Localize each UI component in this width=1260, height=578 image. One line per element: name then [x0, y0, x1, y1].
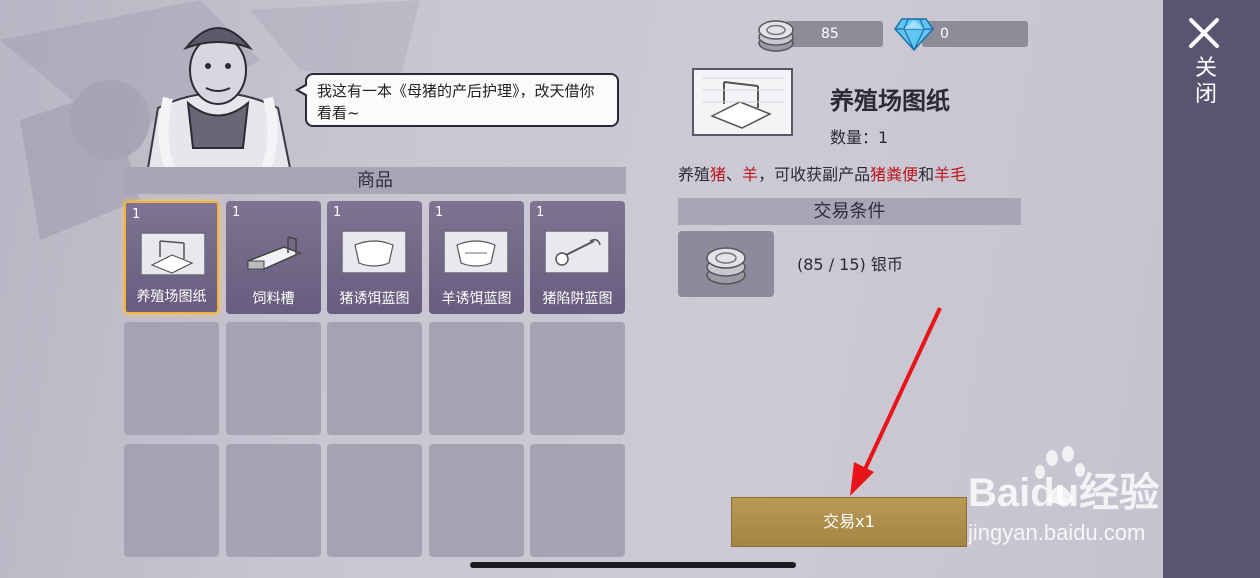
annotation-arrow: [850, 307, 942, 496]
desc-text: 和: [918, 165, 935, 184]
blueprint-farm-icon: [702, 77, 784, 129]
npc-portrait: [146, 27, 292, 168]
shop-item-pig-trap-blueprint[interactable]: 1 猪陷阱蓝图: [530, 201, 625, 314]
empty-slot[interactable]: [429, 322, 524, 435]
shop-item-farm-blueprint[interactable]: 1 养殖场图纸: [124, 201, 219, 314]
empty-slot[interactable]: [226, 322, 321, 435]
desc-highlight: 猪粪便: [870, 165, 919, 184]
blueprint-farm-icon: [140, 232, 206, 276]
trade-button-label: 交易x1: [823, 512, 875, 531]
npc-speech-bubble: 我这有一本《母猪的产后护理》，改天借你看看~: [295, 73, 619, 127]
desc-text: ，可收获副产品: [758, 165, 871, 184]
blueprint-sheep-bait-icon: [443, 230, 509, 274]
item-quantity: 1: [333, 205, 342, 220]
diamond-icon: [894, 18, 934, 51]
empty-slot[interactable]: [327, 444, 422, 557]
requirement-slot: [678, 231, 774, 297]
requirement-text: (85 / 15) 银币: [797, 255, 903, 274]
detail-item-description: 养殖猪、羊，可收获副产品猪粪便和羊毛: [678, 161, 966, 185]
item-label: 猪诱饵蓝图: [339, 291, 410, 307]
feed-trough-icon: [246, 236, 302, 270]
close-icon[interactable]: [1187, 16, 1221, 50]
desc-highlight: 羊: [742, 165, 759, 184]
trade-conditions-title: 交易条件: [813, 201, 886, 222]
watermark-brand: Baidu经验: [968, 471, 1159, 515]
empty-slot[interactable]: [530, 444, 625, 557]
empty-slot[interactable]: [429, 444, 524, 557]
item-quantity: 1: [232, 205, 241, 220]
trade-button[interactable]: 交易x1: [731, 497, 967, 547]
shop-section-header: 商品: [124, 167, 626, 194]
gem-amount: 0: [940, 26, 949, 42]
close-button-label[interactable]: 关闭: [1194, 56, 1218, 108]
empty-slot[interactable]: [327, 322, 422, 435]
blueprint-pig-bait-icon: [341, 230, 407, 274]
desc-highlight: 羊毛: [934, 165, 967, 184]
item-quantity: 1: [435, 205, 444, 220]
desc-highlight: 猪: [710, 165, 727, 184]
gem-counter: 0: [922, 21, 1028, 47]
home-indicator: [470, 562, 796, 568]
empty-slot[interactable]: [226, 444, 321, 557]
npc-speech-text: 我这有一本《母猪的产后护理》，改天借你看看~: [317, 82, 595, 122]
item-label: 养殖场图纸: [136, 289, 207, 305]
blueprint-pig-trap-icon: [544, 230, 610, 274]
detail-item-image: [692, 68, 793, 136]
empty-slot[interactable]: [530, 322, 625, 435]
item-label: 猪陷阱蓝图: [542, 291, 613, 307]
silver-coin-icon: [706, 247, 746, 285]
item-label: 饲料槽: [252, 291, 295, 307]
coin-amount: 85: [821, 26, 839, 42]
watermark-url: jingyan.baidu.com: [967, 520, 1145, 545]
item-label: 羊诱饵蓝图: [441, 291, 512, 307]
empty-slot[interactable]: [124, 444, 219, 557]
silver-coin-icon: [758, 20, 794, 52]
shop-section-title: 商品: [357, 170, 393, 191]
detail-item-title: 养殖场图纸: [830, 87, 950, 115]
item-quantity: 1: [132, 207, 141, 222]
trade-conditions-header: 交易条件: [678, 198, 1021, 225]
shop-item-pig-bait-blueprint[interactable]: 1 猪诱饵蓝图: [327, 201, 422, 314]
desc-text: 、: [726, 165, 743, 184]
empty-slot[interactable]: [124, 322, 219, 435]
shop-item-feed-trough[interactable]: 1 饲料槽: [226, 201, 321, 314]
detail-item-quantity: 数量：1: [830, 128, 889, 147]
shop-item-sheep-bait-blueprint[interactable]: 1 羊诱饵蓝图: [429, 201, 524, 314]
desc-text: 养殖: [678, 165, 711, 184]
coin-counter: 85: [785, 21, 883, 47]
item-quantity: 1: [536, 205, 545, 220]
